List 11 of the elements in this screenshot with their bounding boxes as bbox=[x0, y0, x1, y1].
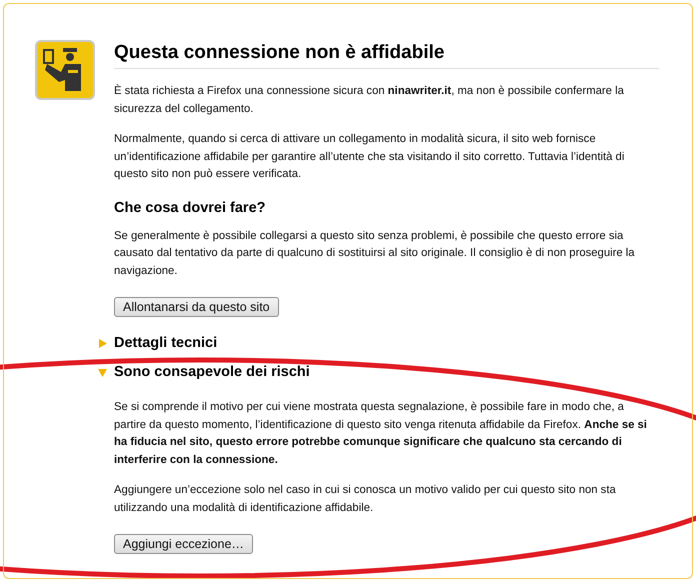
page-title: Questa connessione non è affidabile bbox=[114, 42, 659, 69]
paragraph: Normalmente, quando si cerca di attivare un collegamento in modalità sicura, il sito web fornisce un’identificazione affidabile per garantire all’utente che sta visitando il sito corretto. Tuttavia l’identità di questo sito non può essere verificata. bbox=[114, 132, 626, 182]
paragraph: Se si comprende il motivo per cui viene mostrata questa segnalazione, è possibile fare in modo che, a partire da questo momento, l’identificazione di questo sito venga ritenuta affidabile da Firefox. Anche se si ha fiducia nel sito, questo errore potrebbe comunque significare che qualcuno sta cercando di interferire con la connessione. bbox=[114, 400, 648, 468]
expander-title[interactable]: Sono consapevole dei rischi bbox=[114, 364, 310, 380]
expander-title[interactable]: Dettagli tecnici bbox=[114, 335, 218, 351]
add-exception-button[interactable]: Aggiungi eccezione… bbox=[114, 534, 253, 554]
paragraph: Se generalmente è possibile collegarsi a questo sito senza problemi, è possibile che questo errore sia causato dal tentativo da parte di qualcuno di sostituirsi al sito originale. Il consiglio è di non proseguire la navigazione. bbox=[114, 228, 636, 278]
paragraph: È stata richiesta a Firefox una connessione sicura con ninawriter.it, ma non è possibile confermare la sicurezza del collegamento. bbox=[114, 83, 625, 116]
leave-site-button[interactable]: Allontanarsi da questo sito bbox=[114, 297, 279, 317]
section-heading: Che cosa dovrei fare? bbox=[114, 200, 266, 216]
paragraph: Aggiungere un’eccezione solo nel caso in cui si conosca un motivo valido per cui questo sito non sta utilizzando una modalità di identificazione affidabile. bbox=[114, 483, 617, 516]
